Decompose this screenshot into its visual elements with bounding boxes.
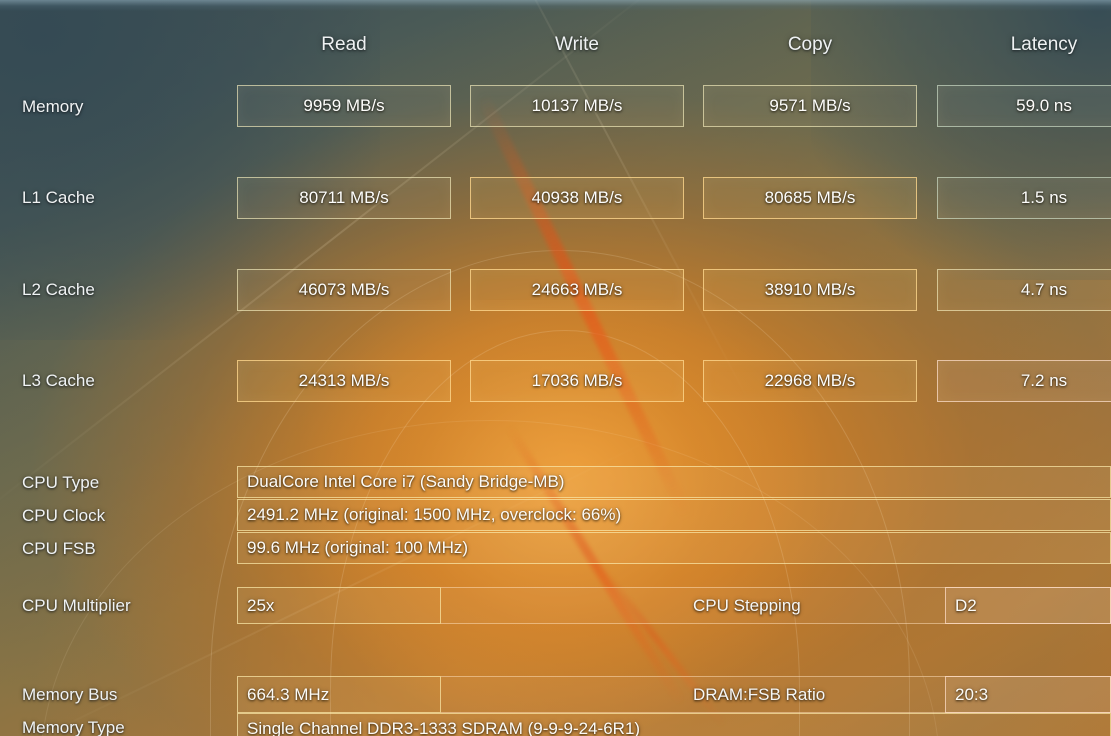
cpu-fsb-label: CPU FSB (22, 539, 96, 558)
memory-latency-value: 59.0 ns (937, 85, 1111, 127)
cpu-fsb-value: 99.6 MHz (original: 100 MHz) (237, 532, 1111, 564)
memory-type-label: Memory Type (22, 718, 125, 736)
column-header-read: Read (321, 34, 367, 55)
l2-latency-value: 4.7 ns (937, 269, 1111, 311)
memory-read-value: 9959 MB/s (237, 85, 451, 127)
l3-read-value: 24313 MB/s (237, 360, 451, 402)
dram-fsb-ratio-label: DRAM:FSB Ratio (693, 685, 826, 704)
memory-bus-label: Memory Bus (22, 685, 118, 704)
row-label-l2-cache: L2 Cache (22, 280, 95, 299)
cpu-stepping-value: D2 (945, 587, 1111, 624)
benchmark-panel: Read Write Copy Latency Memory 9959 MB/s… (0, 0, 1111, 736)
l1-read-value: 80711 MB/s (237, 177, 451, 219)
memory-bus-value: 664.3 MHz (237, 676, 441, 713)
cpu-multiplier-value: 25x (237, 587, 441, 624)
cpu-stepping-label: CPU Stepping (693, 596, 801, 615)
cpu-clock-value: 2491.2 MHz (original: 1500 MHz, overcloc… (237, 499, 1111, 531)
row-label-l3-cache: L3 Cache (22, 371, 95, 390)
memory-type-value: Single Channel DDR3-1333 SDRAM (9-9-9-24… (237, 713, 1111, 736)
l1-latency-value: 1.5 ns (937, 177, 1111, 219)
row-label-l1-cache: L1 Cache (22, 188, 95, 207)
row-label-memory: Memory (22, 97, 84, 116)
l3-write-value: 17036 MB/s (470, 360, 684, 402)
memory-write-value: 10137 MB/s (470, 85, 684, 127)
memory-copy-value: 9571 MB/s (703, 85, 917, 127)
l3-copy-value: 22968 MB/s (703, 360, 917, 402)
l2-read-value: 46073 MB/s (237, 269, 451, 311)
l2-copy-value: 38910 MB/s (703, 269, 917, 311)
cpu-multiplier-label: CPU Multiplier (22, 596, 131, 615)
l3-latency-value: 7.2 ns (937, 360, 1111, 402)
dram-fsb-ratio-value: 20:3 (945, 676, 1111, 713)
cpu-type-label: CPU Type (22, 473, 100, 492)
cpu-type-value: DualCore Intel Core i7 (Sandy Bridge-MB) (237, 466, 1111, 498)
cpu-clock-label: CPU Clock (22, 506, 106, 525)
column-header-write: Write (555, 34, 599, 55)
column-header-copy: Copy (787, 34, 833, 55)
l2-write-value: 24663 MB/s (470, 269, 684, 311)
column-header-latency: Latency (1010, 34, 1078, 55)
l1-copy-value: 80685 MB/s (703, 177, 917, 219)
l1-write-value: 40938 MB/s (470, 177, 684, 219)
